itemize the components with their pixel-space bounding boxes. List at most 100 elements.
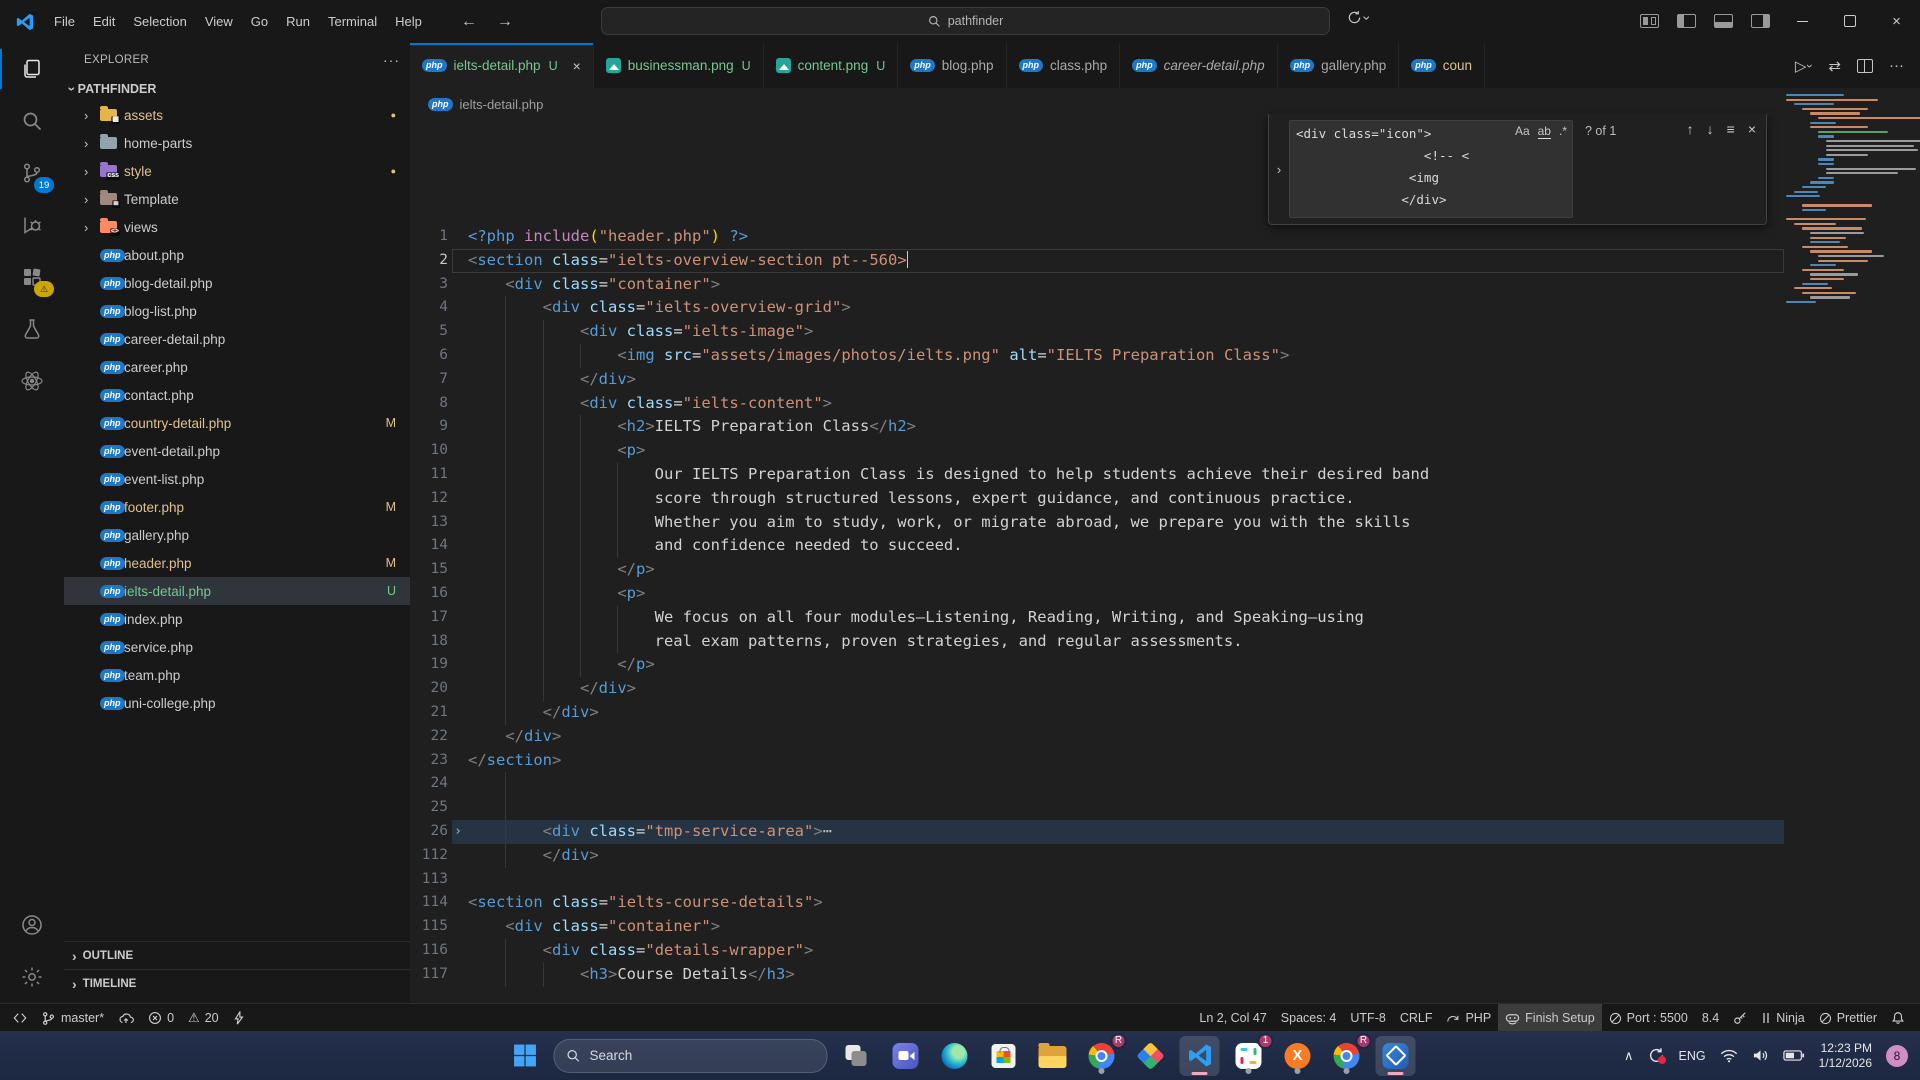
tray-chevron-up-icon[interactable]: ∧ (1624, 1048, 1634, 1064)
code-line[interactable]: 7 </div> (410, 368, 1786, 392)
license-key[interactable] (1726, 1004, 1754, 1032)
tab-career-detail-php[interactable]: phpcareer-detail.php (1120, 43, 1278, 88)
extensions-icon[interactable]: ⚠ (0, 251, 64, 303)
menu-selection[interactable]: Selection (124, 10, 195, 33)
sidebar-item-views[interactable]: ›<>views (64, 213, 410, 241)
xampp-taskbar-icon[interactable]: X (1278, 1036, 1318, 1076)
copilot-finish-setup[interactable]: Finish Setup (1498, 1004, 1601, 1032)
code-line[interactable]: 20 </div> (410, 677, 1786, 701)
language-mode[interactable]: PHP (1439, 1004, 1498, 1032)
settings-gear-icon[interactable] (0, 951, 64, 1003)
timeline-section[interactable]: › TIMELINE (64, 969, 410, 998)
sidebar-item-event-detail-php[interactable]: phpevent-detail.php (64, 437, 410, 465)
sidebar-item-home-parts[interactable]: ›home-parts (64, 129, 410, 157)
react-extension-icon[interactable] (0, 355, 64, 407)
toggle-sidebar-icon[interactable] (1677, 14, 1696, 28)
run-debug-icon[interactable] (0, 199, 64, 251)
design-diamond-taskbar-icon[interactable] (1131, 1036, 1171, 1076)
toggle-panel-icon[interactable] (1714, 14, 1733, 28)
workspace-section[interactable]: › PATHFINDER (64, 77, 410, 101)
sidebar-item-service-php[interactable]: phpservice.php (64, 633, 410, 661)
toggle-replace-icon[interactable]: › (1269, 114, 1289, 224)
restore-button[interactable] (1826, 0, 1873, 42)
taskbar-search[interactable]: Search (554, 1039, 828, 1073)
code-line[interactable]: 26› <div class="tmp-service-area">⋯ (410, 820, 1786, 844)
code-line[interactable]: 9 <h2>IELTS Preparation Class</h2> (410, 415, 1786, 439)
sidebar-item-career-php[interactable]: phpcareer.php (64, 353, 410, 381)
menu-file[interactable]: File (45, 10, 84, 33)
fold-expand-icon[interactable]: › (448, 820, 468, 844)
sidebar-item-index-php[interactable]: phpindex.php (64, 605, 410, 633)
tab-businessman-png[interactable]: businessman.pngU (594, 43, 764, 88)
close-button[interactable]: × (1873, 0, 1920, 42)
volume-icon[interactable] (1752, 1048, 1769, 1063)
close-tab-icon[interactable]: × (573, 58, 581, 74)
photos-taskbar-icon[interactable] (1376, 1036, 1416, 1076)
sidebar-item-uni-college-php[interactable]: phpuni-college.php (64, 689, 410, 717)
code-line[interactable]: 18 real exam patterns, proven strategies… (410, 630, 1786, 654)
code-line[interactable]: 4 <div class="ielts-overview-grid"> (410, 296, 1786, 320)
testing-icon[interactable] (0, 303, 64, 355)
code-editor[interactable]: 1<?php include("header.php") ?>2<section… (410, 120, 1786, 1003)
code-line[interactable]: 15 </p> (410, 558, 1786, 582)
menu-terminal[interactable]: Terminal (319, 10, 386, 33)
regex-icon[interactable]: .* (1559, 124, 1567, 139)
tab-ielts-detail-php[interactable]: phpielts-detail.phpU× (410, 43, 594, 88)
menu-go[interactable]: Go (242, 10, 277, 33)
outline-section[interactable]: › OUTLINE (64, 941, 410, 970)
minimap[interactable] (1786, 88, 1910, 1003)
explorer-icon[interactable] (0, 43, 64, 95)
sidebar-item-country-detail-php[interactable]: phpcountry-detail.phpM (64, 409, 410, 437)
task-view-taskbar-icon[interactable] (837, 1036, 877, 1076)
customize-layout-icon[interactable] (1640, 14, 1659, 28)
tab-blog-php[interactable]: phpblog.php (898, 43, 1006, 88)
next-match-icon[interactable]: ↓ (1707, 121, 1714, 224)
start-taskbar-icon[interactable] (505, 1036, 545, 1076)
thunder-client[interactable] (226, 1004, 252, 1032)
code-line[interactable]: 12 score through structured lessons, exp… (410, 487, 1786, 511)
sidebar-item-header-php[interactable]: phpheader.phpM (64, 549, 410, 577)
notification-count-badge[interactable]: 8 (1886, 1045, 1908, 1067)
battery-icon[interactable] (1783, 1049, 1805, 1062)
code-line[interactable]: 19 </p> (410, 653, 1786, 677)
code-line[interactable]: 2<section class="ielts-overview-section … (410, 249, 1786, 273)
errors[interactable]: 0 (141, 1004, 181, 1032)
sync-alert-icon[interactable] (1648, 1047, 1665, 1064)
code-line[interactable]: 1<?php include("header.php") ?> (410, 225, 1786, 249)
code-line[interactable]: 14 and confidence needed to succeed. (410, 534, 1786, 558)
code-line[interactable]: 25 (410, 796, 1786, 820)
sidebar-item-Template[interactable]: ›≣Template (64, 185, 410, 213)
chrome-taskbar-icon[interactable]: R (1327, 1036, 1367, 1076)
sidebar-item-team-php[interactable]: phpteam.php (64, 661, 410, 689)
open-changes-icon[interactable]: ⇄ (1828, 57, 1841, 75)
store-taskbar-icon[interactable] (984, 1036, 1024, 1076)
explorer-more-actions-icon[interactable]: ··· (383, 52, 400, 68)
tab-class-php[interactable]: phpclass.php (1007, 43, 1121, 88)
publish-changes[interactable] (111, 1004, 141, 1032)
sidebar-item-contact-php[interactable]: phpcontact.php (64, 381, 410, 409)
ninja[interactable]: Ninja (1754, 1004, 1812, 1032)
sidebar-item-style[interactable]: ›cssstyle● (64, 157, 410, 185)
chat-taskbar-icon[interactable] (886, 1036, 926, 1076)
language-indicator[interactable]: ENG (1679, 1049, 1706, 1063)
code-line[interactable]: 116 <div class="details-wrapper"> (410, 939, 1786, 963)
code-line[interactable]: 17 We focus on all four modules—Listenin… (410, 606, 1786, 630)
warnings[interactable]: ⚠20 (181, 1004, 226, 1032)
more-actions-icon[interactable]: ··· (1889, 57, 1904, 74)
menu-run[interactable]: Run (277, 10, 319, 33)
notifications[interactable] (1884, 1004, 1912, 1032)
git-branch[interactable]: master* (34, 1004, 111, 1032)
sidebar-item-gallery-php[interactable]: phpgallery.php (64, 521, 410, 549)
split-editor-icon[interactable] (1857, 59, 1873, 73)
remote-indicator[interactable] (6, 1004, 34, 1032)
live-server-port[interactable]: Port : 5500 (1602, 1004, 1695, 1032)
file-explorer-taskbar-icon[interactable] (1033, 1036, 1073, 1076)
code-line[interactable]: 16 <p> (410, 582, 1786, 606)
code-line[interactable]: 13 Whether you aim to study, work, or mi… (410, 511, 1786, 535)
code-line[interactable]: 5 <div class="ielts-image"> (410, 320, 1786, 344)
code-line[interactable]: 24 (410, 772, 1786, 796)
eol[interactable]: CRLF (1393, 1004, 1440, 1032)
chrome-taskbar-icon[interactable]: R (1082, 1036, 1122, 1076)
menu-edit[interactable]: Edit (84, 10, 124, 33)
find-input[interactable]: <div class="icon"> <!-- < <img </div> Aa… (1289, 120, 1573, 218)
